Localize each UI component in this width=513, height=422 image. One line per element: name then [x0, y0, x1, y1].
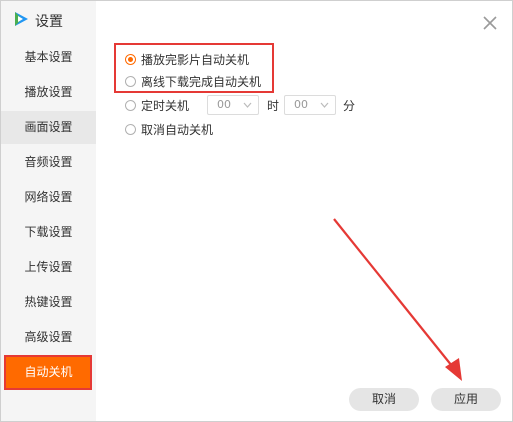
apply-button[interactable]: 应用 — [431, 388, 501, 411]
annotation-arrow — [333, 218, 462, 381]
settings-window: 设置 基本设置 播放设置 画面设置 音频设置 网络设置 下载设置 上传设置 热键… — [0, 0, 513, 422]
cancel-button[interactable]: 取消 — [349, 388, 419, 411]
